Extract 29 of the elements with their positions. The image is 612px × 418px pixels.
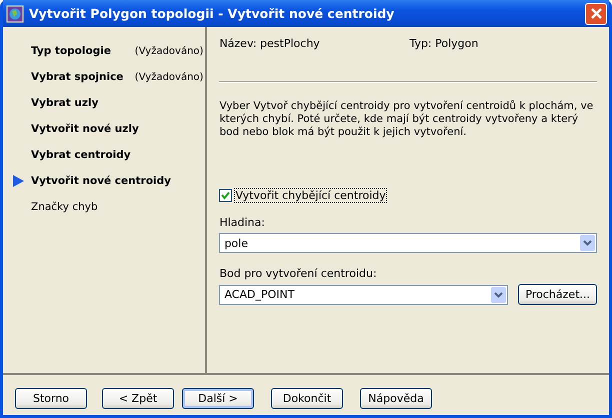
dialog-button[interactable]: Nápověda [360,388,432,409]
wizard-step[interactable]: Typ topologie [31,45,111,57]
field-label: Hladina: [219,216,266,229]
close-icon[interactable] [590,7,602,20]
window-title: Vytvořit Polygon topologii - Vytvořit nové centroidy [29,6,396,21]
close-button[interactable] [585,2,607,24]
field-label: Bod pro vytvoření centroidu: [219,267,378,280]
layer-dropdown[interactable]: pole [219,233,597,253]
wizard-step[interactable]: Vytvořit nové centroidy [31,175,172,187]
point-dropdown[interactable]: ACAD_POINT [219,284,508,304]
wizard-step[interactable]: Vybrat spojnice [31,71,124,83]
dialog-button[interactable]: Storno [15,388,87,409]
wizard-step[interactable]: Značky chyb [31,201,98,213]
current-step-arrow-icon [13,175,24,187]
name-label: Název: pestPlochy [219,37,321,50]
dialog-button[interactable]: Dokončit [271,388,343,409]
required-note: (Vyžadováno) [134,46,204,56]
checkbox[interactable] [219,189,232,202]
required-note: (Vyžadováno) [134,72,204,82]
checkbox-label[interactable]: Vytvořit chybějící centroidy [235,189,386,202]
browse-button[interactable]: Procházet... [518,284,597,305]
wizard-step[interactable]: Vybrat uzly [31,97,98,109]
wizard-step[interactable]: Vytvořit nové uzly [31,123,139,135]
type-label: Typ: Polygon [409,37,478,50]
wizard-step[interactable]: Vybrat centroidy [31,149,131,161]
dialog-button[interactable]: Další > [182,388,254,409]
dialog-button[interactable]: < Zpět [102,388,174,409]
globe-icon [6,4,24,22]
description-text: Vyber Vytvoř chybějící centroidy pro vytvoření centroidů k plochám, ve kterých chybí. Poté určete, kde mají být centroidy vytvořeny a který bod nebo blok má být použit k jejich vytvoření. [219,100,594,139]
